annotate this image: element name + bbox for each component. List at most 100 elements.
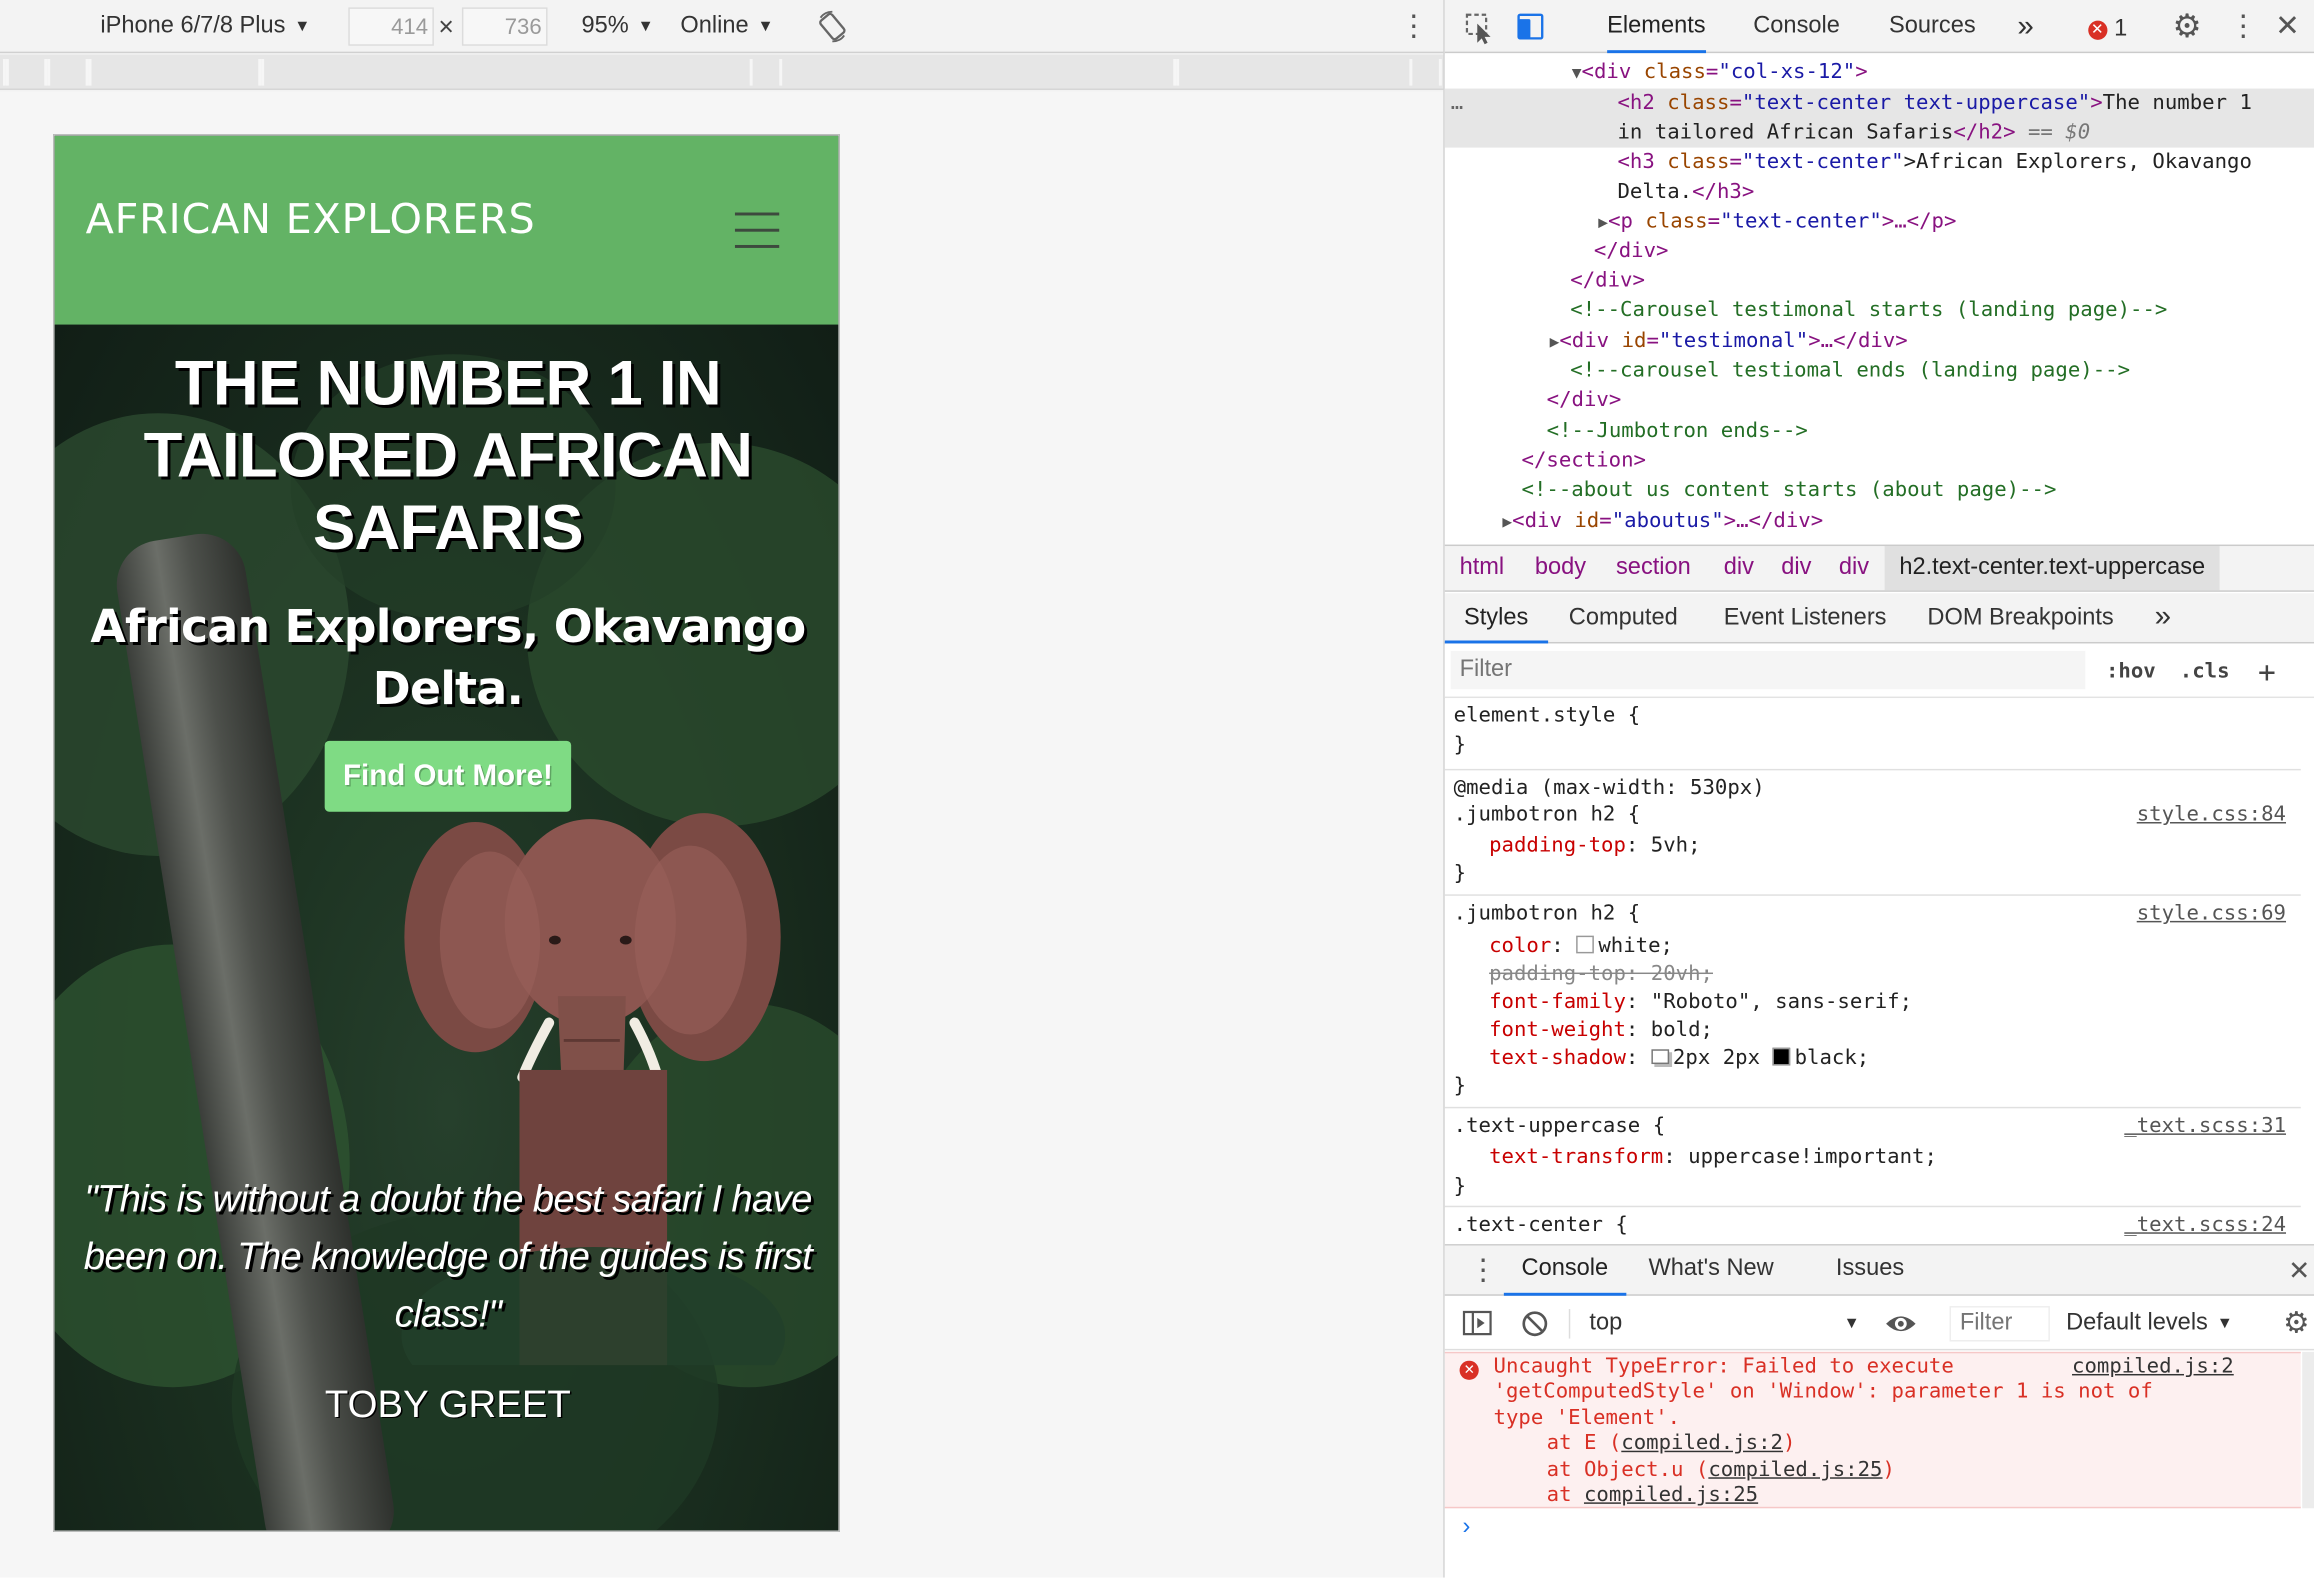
settings-gear-icon[interactable]: ⚙ xyxy=(2169,0,2204,53)
tab-dom-breakpoints[interactable]: DOM Breakpoints xyxy=(1927,593,2113,643)
close-icon[interactable]: ✕ xyxy=(2271,0,2303,53)
breadcrumb-item[interactable]: div xyxy=(1781,546,1811,590)
drawer-tab-console[interactable]: Console xyxy=(1503,1246,1626,1296)
breadcrumb-item[interactable]: div xyxy=(1724,546,1754,590)
dom-comment-line[interactable]: <!--Carousel testimonal starts (landing … xyxy=(1445,295,2314,325)
breadcrumb-item-selected[interactable]: h2.text-center.text-uppercase xyxy=(1884,546,2220,591)
dom-node-line[interactable]: ▶<div id="testimonal">…</div> xyxy=(1445,326,2314,357)
media-query-segment[interactable] xyxy=(1173,59,1180,86)
shadow-editor-icon[interactable] xyxy=(1650,1049,1669,1065)
rule-source-link[interactable]: style.css:69 xyxy=(2137,900,2286,928)
dom-comment-line[interactable]: <!--about us content starts (about page)… xyxy=(1445,475,2314,505)
rule-selector[interactable]: .jumbotron h2 { xyxy=(1454,801,1641,829)
breadcrumb-item[interactable]: section xyxy=(1616,546,1691,590)
drawer-menu-icon[interactable]: ⋮ xyxy=(1468,1246,1498,1296)
class-toggle[interactable]: .cls xyxy=(2180,645,2230,698)
breadcrumb-item[interactable]: div xyxy=(1839,546,1869,590)
rule-selector[interactable]: .text-uppercase { xyxy=(1454,1113,1665,1141)
console-settings-gear-icon[interactable]: ⚙ xyxy=(2280,1297,2312,1350)
tab-event-listeners[interactable]: Event Listeners xyxy=(1724,593,1887,643)
css-property[interactable]: font-weight: bold; xyxy=(1489,1017,1713,1045)
breadcrumb-item[interactable]: body xyxy=(1535,546,1586,590)
expand-triangle-icon[interactable]: ▼ xyxy=(1572,63,1582,82)
drawer-tab-whats-new[interactable]: What's New xyxy=(1648,1246,1773,1296)
error-source-link[interactable]: compiled.js:2 xyxy=(2072,1355,2234,1381)
dom-node-line[interactable]: ▼<div class="col-xs-12"> xyxy=(1445,58,2314,89)
live-expression-eye-icon[interactable] xyxy=(1883,1297,1918,1350)
stack-frame-link[interactable]: compiled.js:2 xyxy=(1621,1432,1783,1456)
css-property[interactable]: text-transform: uppercase!important; xyxy=(1489,1144,1937,1172)
dom-comment-line[interactable]: <!--Jumbotron ends--> xyxy=(1445,416,2314,446)
log-levels-select[interactable]: Default levels ▼ xyxy=(2066,1297,2233,1350)
expand-triangle-icon[interactable]: ▶ xyxy=(1502,512,1512,531)
color-swatch-icon[interactable] xyxy=(1576,935,1594,954)
tab-console[interactable]: Console xyxy=(1753,0,1840,53)
dom-node-line[interactable]: ▶<div id="aboutus">…</div> xyxy=(1445,506,2314,537)
rule-source-link[interactable]: style.css:84 xyxy=(2137,801,2286,829)
zoom-select[interactable]: 95% ▼ xyxy=(581,0,653,53)
tab-elements[interactable]: Elements xyxy=(1607,0,1706,54)
rule-selector[interactable]: .text-center { xyxy=(1454,1212,1628,1240)
color-swatch-icon[interactable] xyxy=(1772,1047,1791,1066)
dom-node-line[interactable]: </section> xyxy=(1445,446,2314,476)
more-vert-icon[interactable]: ⋮ xyxy=(1399,0,1429,53)
find-out-more-button[interactable]: Find Out More! xyxy=(324,740,572,812)
close-drawer-icon[interactable]: ✕ xyxy=(2286,1246,2313,1296)
tab-computed[interactable]: Computed xyxy=(1569,593,1678,643)
dom-node-line[interactable]: ▶<p class="text-center">…</p> xyxy=(1445,207,2314,238)
media-query-segment[interactable] xyxy=(85,59,92,86)
css-property[interactable]: padding-top: 5vh; xyxy=(1489,832,1700,860)
expand-triangle-icon[interactable]: ▶ xyxy=(1550,332,1560,351)
dom-node-line[interactable]: </div> xyxy=(1445,266,2314,296)
viewport-height-input[interactable] xyxy=(461,7,548,46)
stack-frame-link[interactable]: compiled.js:25 xyxy=(1708,1458,1882,1482)
add-rule-icon[interactable]: + xyxy=(2258,645,2276,698)
hover-state-toggle[interactable]: :hov xyxy=(2106,645,2156,698)
site-brand[interactable]: AFRICAN EXPLORERS xyxy=(86,195,536,244)
rule-source-link[interactable]: _text.scss:24 xyxy=(2124,1212,2286,1240)
dom-node-line[interactable]: </div> xyxy=(1445,385,2314,415)
context-select[interactable]: top ▼ xyxy=(1589,1297,1859,1350)
console-sidebar-icon[interactable] xyxy=(1460,1297,1495,1350)
dom-comment-line[interactable]: <!--carousel testiomal ends (landing pag… xyxy=(1445,356,2314,386)
clear-console-icon[interactable] xyxy=(1519,1297,1551,1350)
styles-filter-input[interactable] xyxy=(1450,650,2086,690)
tab-sources[interactable]: Sources xyxy=(1889,0,1976,53)
console-filter-input[interactable] xyxy=(1949,1306,2050,1342)
more-tabs-icon[interactable]: » xyxy=(2017,0,2033,53)
media-query-segment[interactable] xyxy=(258,59,265,86)
drawer-tab-issues[interactable]: Issues xyxy=(1836,1246,1904,1296)
expand-triangle-icon[interactable]: ▶ xyxy=(1598,213,1608,232)
rotate-icon[interactable] xyxy=(816,0,848,53)
network-throttle-select[interactable]: Online ▼ xyxy=(680,0,773,53)
dom-node-selected[interactable]: … <h2 class="text-center text-uppercase">… xyxy=(1444,88,2314,148)
rule-source-link[interactable]: _text.scss:31 xyxy=(2124,1113,2286,1141)
media-query-segment[interactable] xyxy=(749,59,783,86)
css-property-overridden[interactable]: padding-top: 20vh; xyxy=(1489,961,1713,989)
error-counter[interactable]: ✕ 1 xyxy=(2082,0,2132,53)
viewport-width-input[interactable] xyxy=(348,7,434,46)
rule-selector[interactable]: element.style { xyxy=(1454,702,1641,730)
device-select[interactable]: iPhone 6/7/8 Plus ▼ xyxy=(100,0,310,53)
stack-frame-link[interactable]: compiled.js:25 xyxy=(1584,1483,1758,1507)
media-query-segment[interactable] xyxy=(1409,59,1442,86)
console-prompt[interactable]: › xyxy=(1463,1514,1471,1541)
more-vert-icon[interactable]: ⋮ xyxy=(2228,0,2258,53)
media-query-segment[interactable] xyxy=(2,59,9,86)
css-property[interactable]: font-family: "Roboto", sans-serif; xyxy=(1489,989,1912,1017)
node-actions-ellipsis[interactable]: … xyxy=(1451,89,1463,119)
breadcrumb-item[interactable]: html xyxy=(1460,546,1505,590)
media-query-segment[interactable] xyxy=(44,59,51,86)
media-query-bar[interactable] xyxy=(0,54,1444,91)
device-toolbar-toggle-icon[interactable] xyxy=(1516,0,1548,53)
rule-selector[interactable]: .jumbotron h2 { xyxy=(1454,900,1641,928)
css-property[interactable]: color: white; xyxy=(1489,933,1673,961)
css-property[interactable]: text-shadow: 2px 2px black; xyxy=(1489,1045,1869,1073)
dom-node-line[interactable]: <h3 class="text-center">African Explorer… xyxy=(1445,148,2314,208)
inspect-element-icon[interactable] xyxy=(1463,0,1495,53)
tab-styles[interactable]: Styles xyxy=(1444,593,1548,644)
dom-node-line[interactable]: </div> xyxy=(1445,236,2314,266)
console-scrollbar[interactable] xyxy=(2302,1351,2314,1509)
more-tabs-icon[interactable]: » xyxy=(2155,593,2171,643)
hamburger-menu-icon[interactable] xyxy=(734,212,780,248)
